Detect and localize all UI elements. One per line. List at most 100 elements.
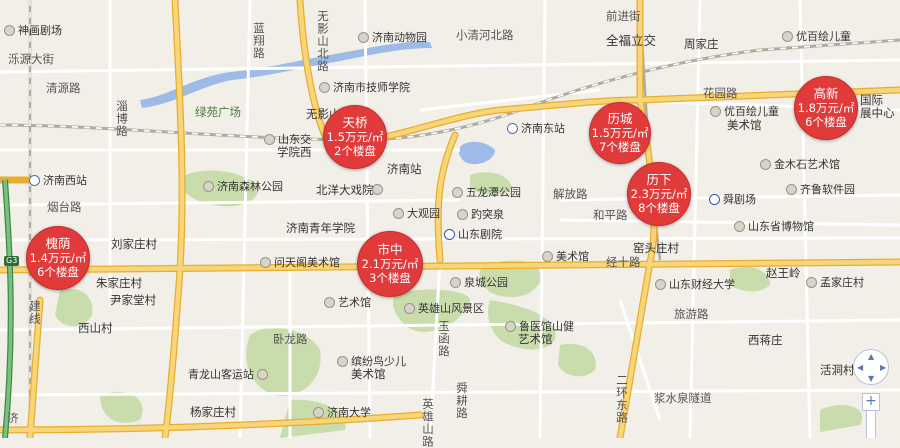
poi-yufu-children[interactable]: 优百绘儿童 [782, 30, 851, 43]
pan-right-button[interactable]: ▶ [880, 364, 886, 372]
park-icon [452, 187, 463, 198]
road-wuying-north: 无影山北路 [316, 10, 330, 73]
road-lanxiang: 蓝翔路 [252, 22, 266, 60]
label-exhibition-center: 展中心 [860, 106, 895, 120]
road-huayuan: 花园路 [703, 86, 738, 100]
poi-quancheng-park[interactable]: 泉城公园 [450, 276, 508, 289]
pan-control[interactable]: ▲ ▼ ◀ ▶ [853, 349, 889, 385]
road-jianxian: 建线 [28, 300, 42, 325]
poi-icon [505, 321, 516, 332]
road-shungeng: 舜耕路 [455, 382, 469, 420]
map-canvas[interactable] [0, 0, 900, 438]
label-shandong-jiao-2: 学院西 [277, 145, 312, 159]
park-icon [203, 181, 214, 192]
label-zhaowangling: 赵王岭 [766, 266, 801, 280]
poi-jinan-west-station[interactable]: 济南西站 [29, 174, 87, 187]
poi-wulongtan[interactable]: 五龙潭公园 [452, 186, 521, 199]
road-jingshi: 经十路 [606, 255, 641, 269]
label-beiyang-theater: 北洋大戏院 [316, 183, 374, 197]
poi-icon [542, 251, 553, 262]
train-station-icon [507, 123, 518, 134]
poi-icon [313, 407, 324, 418]
poi-icon [337, 356, 348, 367]
zoom-slider[interactable] [866, 411, 876, 438]
label-yinjia: 尹家堂村 [110, 293, 156, 307]
poi-beiyang-icon[interactable] [372, 184, 383, 195]
label-xijiang: 西蒋庄 [748, 333, 783, 347]
district-bubble-gaoxin[interactable]: 高新 1.8万元/㎡ 6个楼盘 [794, 76, 858, 140]
poi-qilu-software[interactable]: 齐鲁软件园 [786, 183, 855, 196]
poi-jinan-east-station[interactable]: 济南东站 [507, 122, 565, 135]
district-count: 3个楼盘 [369, 271, 411, 285]
label-luyi-art-2: 艺术馆 [518, 332, 553, 346]
poi-shandong-theater[interactable]: 山东剧院 [444, 228, 502, 241]
poi-icon [264, 134, 275, 145]
district-bubble-tianqiao[interactable]: 天桥 1.5万元/㎡ 2个楼盘 [323, 105, 387, 169]
poi-icon [260, 257, 271, 268]
park-icon [404, 303, 415, 314]
district-name: 槐荫 [45, 236, 71, 251]
district-bubble-lixia[interactable]: 历下 2.3万元/㎡ 8个楼盘 [627, 162, 691, 226]
poi-icon [319, 82, 330, 93]
road-jiefang: 解放路 [553, 187, 588, 201]
zoom-in-button[interactable]: + [862, 393, 880, 411]
highway-shield-g3: G3 [4, 256, 20, 266]
park-icon [450, 277, 461, 288]
bus-icon [257, 369, 268, 380]
poi-jinmuxi-art[interactable]: 金木石艺术馆 [760, 158, 840, 171]
poi-icon [734, 221, 745, 232]
label-xishan: 西山村 [78, 321, 113, 335]
poi-finance-univ[interactable]: 山东财经大学 [655, 278, 735, 291]
poi-shenhua-theater[interactable]: 神画剧场 [4, 24, 62, 37]
poi-tech-school[interactable]: 济南市技师学院 [319, 81, 410, 94]
label-yufu-art: 美术馆 [727, 118, 762, 132]
poi-icon [710, 106, 721, 117]
poi-icon [372, 184, 383, 195]
poi-icon [358, 32, 369, 43]
district-price: 1.8万元/㎡ [797, 101, 855, 115]
road-yingxiong: 英雄山路 [421, 398, 435, 448]
poi-senlin-park[interactable]: 济南森林公园 [203, 180, 283, 193]
poi-art-gallery[interactable]: 美术馆 [542, 250, 589, 263]
poi-icon [786, 184, 797, 195]
label-quanfu-interchange: 全福立交 [606, 33, 657, 48]
poi-jinan-zoo[interactable]: 济南动物园 [358, 31, 427, 44]
poi-wentian-art[interactable]: 问天阁美术馆 [260, 256, 340, 269]
poi-icon [324, 297, 335, 308]
district-price: 1.4万元/㎡ [29, 251, 87, 265]
road-luoyuan: 泺源大街 [8, 52, 54, 66]
road-yantai: 烟台路 [47, 200, 82, 214]
poi-yingxiong-scenic[interactable]: 英雄山风景区 [404, 302, 484, 315]
poi-icon [782, 31, 793, 42]
label-yangjia: 杨家庄村 [190, 405, 236, 419]
label-zhujia: 朱家庄村 [96, 276, 142, 290]
road-qingyuan: 清源路 [46, 81, 81, 95]
road-erhuan-east: 二环东路 [615, 374, 629, 424]
poi-shandong-museum[interactable]: 山东省博物馆 [734, 220, 814, 233]
district-bubble-licheng[interactable]: 历城 1.5万元/㎡ 7个楼盘 [589, 102, 651, 164]
train-station-icon [29, 175, 40, 186]
district-bubble-huaiyin[interactable]: 槐荫 1.4万元/㎡ 6个楼盘 [26, 226, 90, 290]
district-name: 高新 [813, 86, 839, 101]
pan-left-button[interactable]: ◀ [857, 364, 863, 372]
road-jiangshui-tunnel: 浆水泉隧道 [654, 391, 712, 405]
pan-down-button[interactable]: ▼ [868, 375, 874, 383]
label-liuzhuang: 刘家庄村 [111, 237, 157, 251]
pan-up-button[interactable]: ▲ [868, 353, 874, 361]
poi-shunjian-theater[interactable]: 舜剧场 [709, 193, 756, 206]
poi-yufu-children-2[interactable]: 优百绘儿童 [710, 105, 779, 118]
poi-qinglong-bus[interactable]: 青龙山客运站 [188, 368, 268, 381]
poi-jinan-univ[interactable]: 济南大学 [313, 406, 371, 419]
metro-icon [709, 194, 720, 205]
poi-baotu-spring[interactable]: 趵突泉 [457, 208, 504, 221]
poi-icon [4, 25, 15, 36]
poi-daguan-garden[interactable]: 大观园 [393, 207, 440, 220]
district-bubble-shizhong[interactable]: 市中 2.1万元/㎡ 3个楼盘 [357, 231, 423, 297]
poi-mengzhuang[interactable]: 孟家庄村 [806, 276, 864, 289]
poi-icon [393, 208, 404, 219]
district-price: 2.3万元/㎡ [630, 187, 688, 201]
district-count: 6个楼盘 [37, 265, 79, 279]
road-yuhan: 玉函路 [437, 320, 451, 358]
label-zhoujia: 周家庄 [684, 37, 719, 51]
poi-art-gallery-2[interactable]: 艺术馆 [324, 296, 371, 309]
